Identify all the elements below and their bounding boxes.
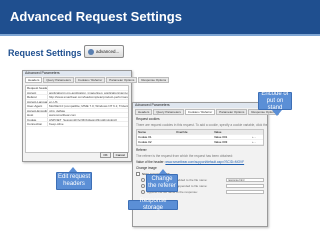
header-key: Cookie [26,117,48,121]
option-field[interactable] [226,184,264,188]
cookie-value[interactable]: Value 001 [213,135,251,139]
title-bar: Advanced Request Settings [0,0,320,34]
header-value[interactable]: http://www.smartbear.com/loadcomplete/pr… [48,95,128,98]
header-key: Request headers [27,86,48,90]
header-value[interactable]: application/x-ms-application, image/jpeg… [48,91,128,94]
cookie-name[interactable]: Cookie 02 [137,140,175,144]
header-key: Accept-Encoding [27,108,48,112]
row-toggle[interactable]: + - [251,135,263,139]
cookie-name[interactable]: Cookie 01 [137,135,175,139]
header-value[interactable] [48,86,128,90]
header-value[interactable]: en-US [48,100,128,103]
option-radio[interactable] [141,190,145,194]
cookie-override[interactable] [175,135,213,139]
option-field[interactable] [226,190,264,194]
header-value[interactable]: Mozilla/4.0 (compatible; MSIE 7.0; Windo… [48,104,128,107]
tab-query-parameters[interactable]: Query Parameters [43,77,74,83]
cancel-button[interactable]: Cancel [112,152,128,158]
option-radio[interactable] [141,184,145,188]
ok-button[interactable]: OK [100,152,111,158]
callout-edit-headers: Edit request headers [56,172,92,190]
dialog-tabs: Headers Query Parameters Cookies / Refer… [133,108,280,116]
header-value[interactable]: ASP.NET_SessionId=lvz0hrbi4aqm33mddm1pkr… [48,118,128,121]
column-header: Name [138,130,147,134]
cookie-override[interactable] [175,140,213,144]
header-value[interactable]: www.smartbear.com [48,113,128,116]
tab-cookies-referrer[interactable]: Cookies / Referrer [184,109,216,115]
store-response-checkbox[interactable] [136,172,140,176]
cookie-value[interactable]: Value 003 [213,140,251,144]
header-value[interactable]: Keep-Alive [48,122,128,125]
advanced-headers-dialog: Advanced Parameters Headers Query Parame… [22,70,170,162]
advanced-button-label: advanced... [96,49,120,54]
advanced-button[interactable]: advanced... [84,45,124,58]
gear-icon [88,48,94,55]
table-row[interactable]: Connection Keep-Alive [26,122,128,127]
cookies-grid: Name Override Value Cookie 01 Value 001 … [136,129,264,146]
tab-response-options[interactable]: Response Options [138,77,170,83]
header-key: Accept [26,90,48,94]
title-divider [0,34,320,36]
table-row[interactable]: Cookie 02 Value 003 + - [137,140,263,145]
dialog-buttons: OK Cancel [100,152,128,158]
referer-value-link[interactable]: www.smartbear.com/support/default.aspx?S… [165,160,244,164]
callout-change-referer: Change the referer [146,174,178,192]
option-field[interactable]: response.html [226,178,264,182]
header-key: Host [26,113,48,117]
header-key: Connection [26,122,48,126]
column-header [251,130,263,134]
tab-cookies-referrer[interactable]: Cookies / Referrer [74,77,106,83]
dialog-tabs: Headers Query Parameters Cookies / Refer… [23,76,170,84]
option-radio[interactable] [141,178,145,182]
callout-response-storage: Response storage [128,198,178,211]
header-key: Referer [26,95,48,99]
tab-headers[interactable]: Headers [135,109,153,115]
cookies-hint: There are request cookies in this reques… [136,123,267,127]
tab-parameter-options[interactable]: Parameter Options [106,77,138,83]
page-title: Advanced Request Settings [10,9,182,24]
tab-query-parameters[interactable]: Query Parameters [153,109,184,115]
tab-parameter-options[interactable]: Parameter Options [216,109,248,115]
header-value[interactable]: gzip, deflate [48,109,128,112]
column-header: Override [176,130,188,134]
callout-encode: Encode or put on stand [258,91,292,111]
header-key: User-Agent [26,104,48,108]
row-toggle[interactable]: + - [251,140,263,144]
column-header: Value [214,130,222,134]
section-label: Request Settings [8,48,82,58]
referer-value-label: Value of the header: [136,160,165,164]
headers-table: Request headers Accept application/x-ms-a… [25,85,129,153]
tab-headers[interactable]: Headers [25,77,43,83]
header-key: Accept-Language [27,99,48,103]
